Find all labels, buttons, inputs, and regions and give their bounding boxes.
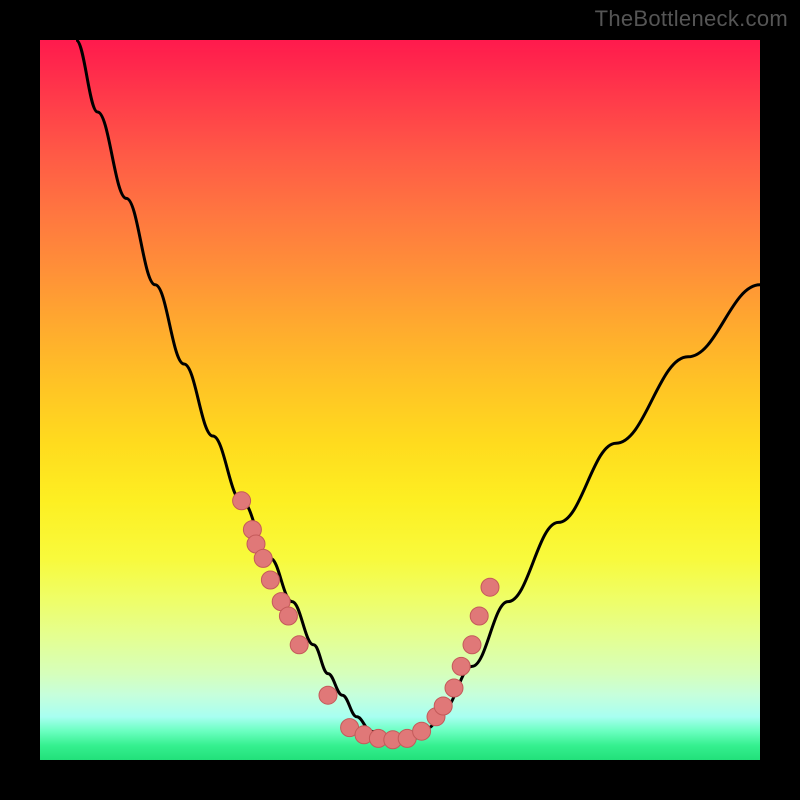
scatter-dot [445, 679, 463, 697]
chart-container: TheBottleneck.com [0, 0, 800, 800]
scatter-dot [319, 686, 337, 704]
scatter-dot [481, 578, 499, 596]
scatter-dot [254, 549, 272, 567]
watermark-label: TheBottleneck.com [595, 6, 788, 32]
bottleneck-curve [76, 40, 760, 742]
scatter-dot [434, 697, 452, 715]
scatter-dot [233, 492, 251, 510]
scatter-dot [290, 636, 308, 654]
scatter-dot [452, 657, 470, 675]
scatter-dot [463, 636, 481, 654]
scatter-dot [413, 722, 431, 740]
scatter-dots [233, 492, 499, 749]
scatter-dot [470, 607, 488, 625]
scatter-dot [261, 571, 279, 589]
chart-svg [40, 40, 760, 760]
scatter-dot [279, 607, 297, 625]
